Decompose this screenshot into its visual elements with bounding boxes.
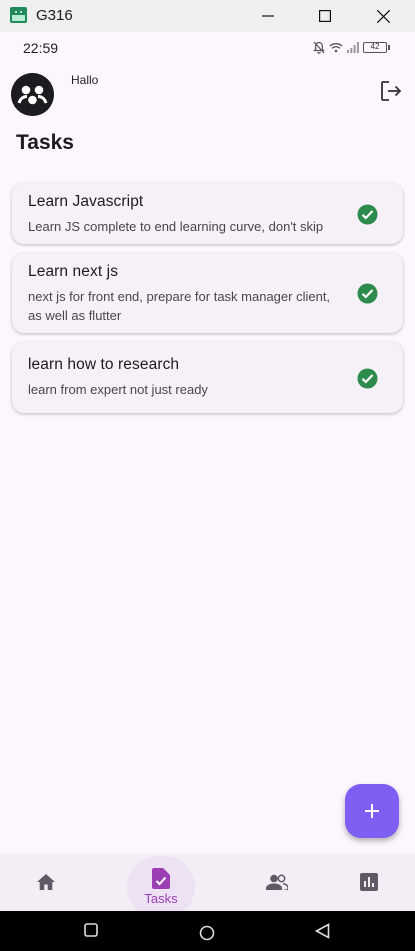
nav-people[interactable] [256, 853, 298, 911]
task-card[interactable]: learn how to research learn from expert … [12, 342, 403, 413]
window-title: G316 [36, 7, 73, 24]
minimize-button[interactable] [245, 0, 291, 32]
nav-home[interactable] [25, 853, 67, 911]
home-nav-button[interactable] [199, 925, 215, 946]
notifications-off-icon [313, 41, 325, 54]
status-time: 22:59 [23, 40, 59, 56]
check-circle-icon[interactable] [357, 368, 378, 389]
task-title: Learn Javascript [28, 193, 144, 210]
close-icon [376, 9, 390, 23]
check-circle-icon[interactable] [357, 283, 378, 304]
status-icons: 42 [313, 41, 390, 54]
system-navigation-bar [0, 911, 415, 951]
window-titlebar: G316 [0, 0, 415, 32]
task-document-icon [152, 868, 170, 889]
bottom-navigation: Tasks [0, 853, 415, 918]
nav-tasks-label: Tasks [144, 891, 178, 906]
task-description: next js for front end, prepare for task … [28, 289, 331, 323]
task-description: Learn JS complete to end learning curve,… [28, 219, 324, 234]
task-card[interactable]: Learn next js next js for front end, pre… [12, 253, 403, 333]
bar-chart-icon [360, 873, 378, 891]
nav-tasks[interactable]: Tasks [127, 856, 195, 918]
maximize-button[interactable] [302, 0, 348, 32]
check-circle-icon[interactable] [357, 204, 378, 225]
task-card[interactable]: Learn Javascript Learn JS complete to en… [12, 183, 403, 244]
logout-icon[interactable] [378, 78, 404, 104]
back-button[interactable] [314, 923, 330, 944]
android-app-icon [10, 7, 27, 23]
recents-button[interactable] [84, 923, 98, 942]
task-list: Learn Javascript Learn JS complete to en… [12, 183, 403, 422]
nav-stats[interactable] [348, 853, 390, 911]
app-header: Hallo [0, 62, 415, 128]
page-title: Tasks [16, 131, 74, 154]
task-title: learn how to research [28, 356, 180, 373]
add-task-button[interactable] [345, 784, 399, 838]
home-icon [37, 874, 55, 890]
close-button[interactable] [360, 0, 406, 32]
wifi-icon [329, 43, 343, 53]
signal-icon [347, 42, 359, 53]
avatar[interactable] [11, 73, 54, 116]
status-bar: 22:59 42 [0, 32, 415, 62]
task-title: Learn next js [28, 263, 119, 280]
circle-icon [199, 925, 215, 941]
battery-indicator: 42 [363, 42, 390, 53]
maximize-icon [319, 10, 331, 22]
minimize-icon [262, 15, 274, 17]
greeting-text: Hallo [71, 73, 99, 87]
task-description: learn from expert not just ready [28, 382, 208, 397]
plus-icon [365, 804, 379, 818]
people-icon [266, 874, 288, 890]
square-icon [84, 923, 98, 937]
triangle-back-icon [314, 923, 330, 939]
